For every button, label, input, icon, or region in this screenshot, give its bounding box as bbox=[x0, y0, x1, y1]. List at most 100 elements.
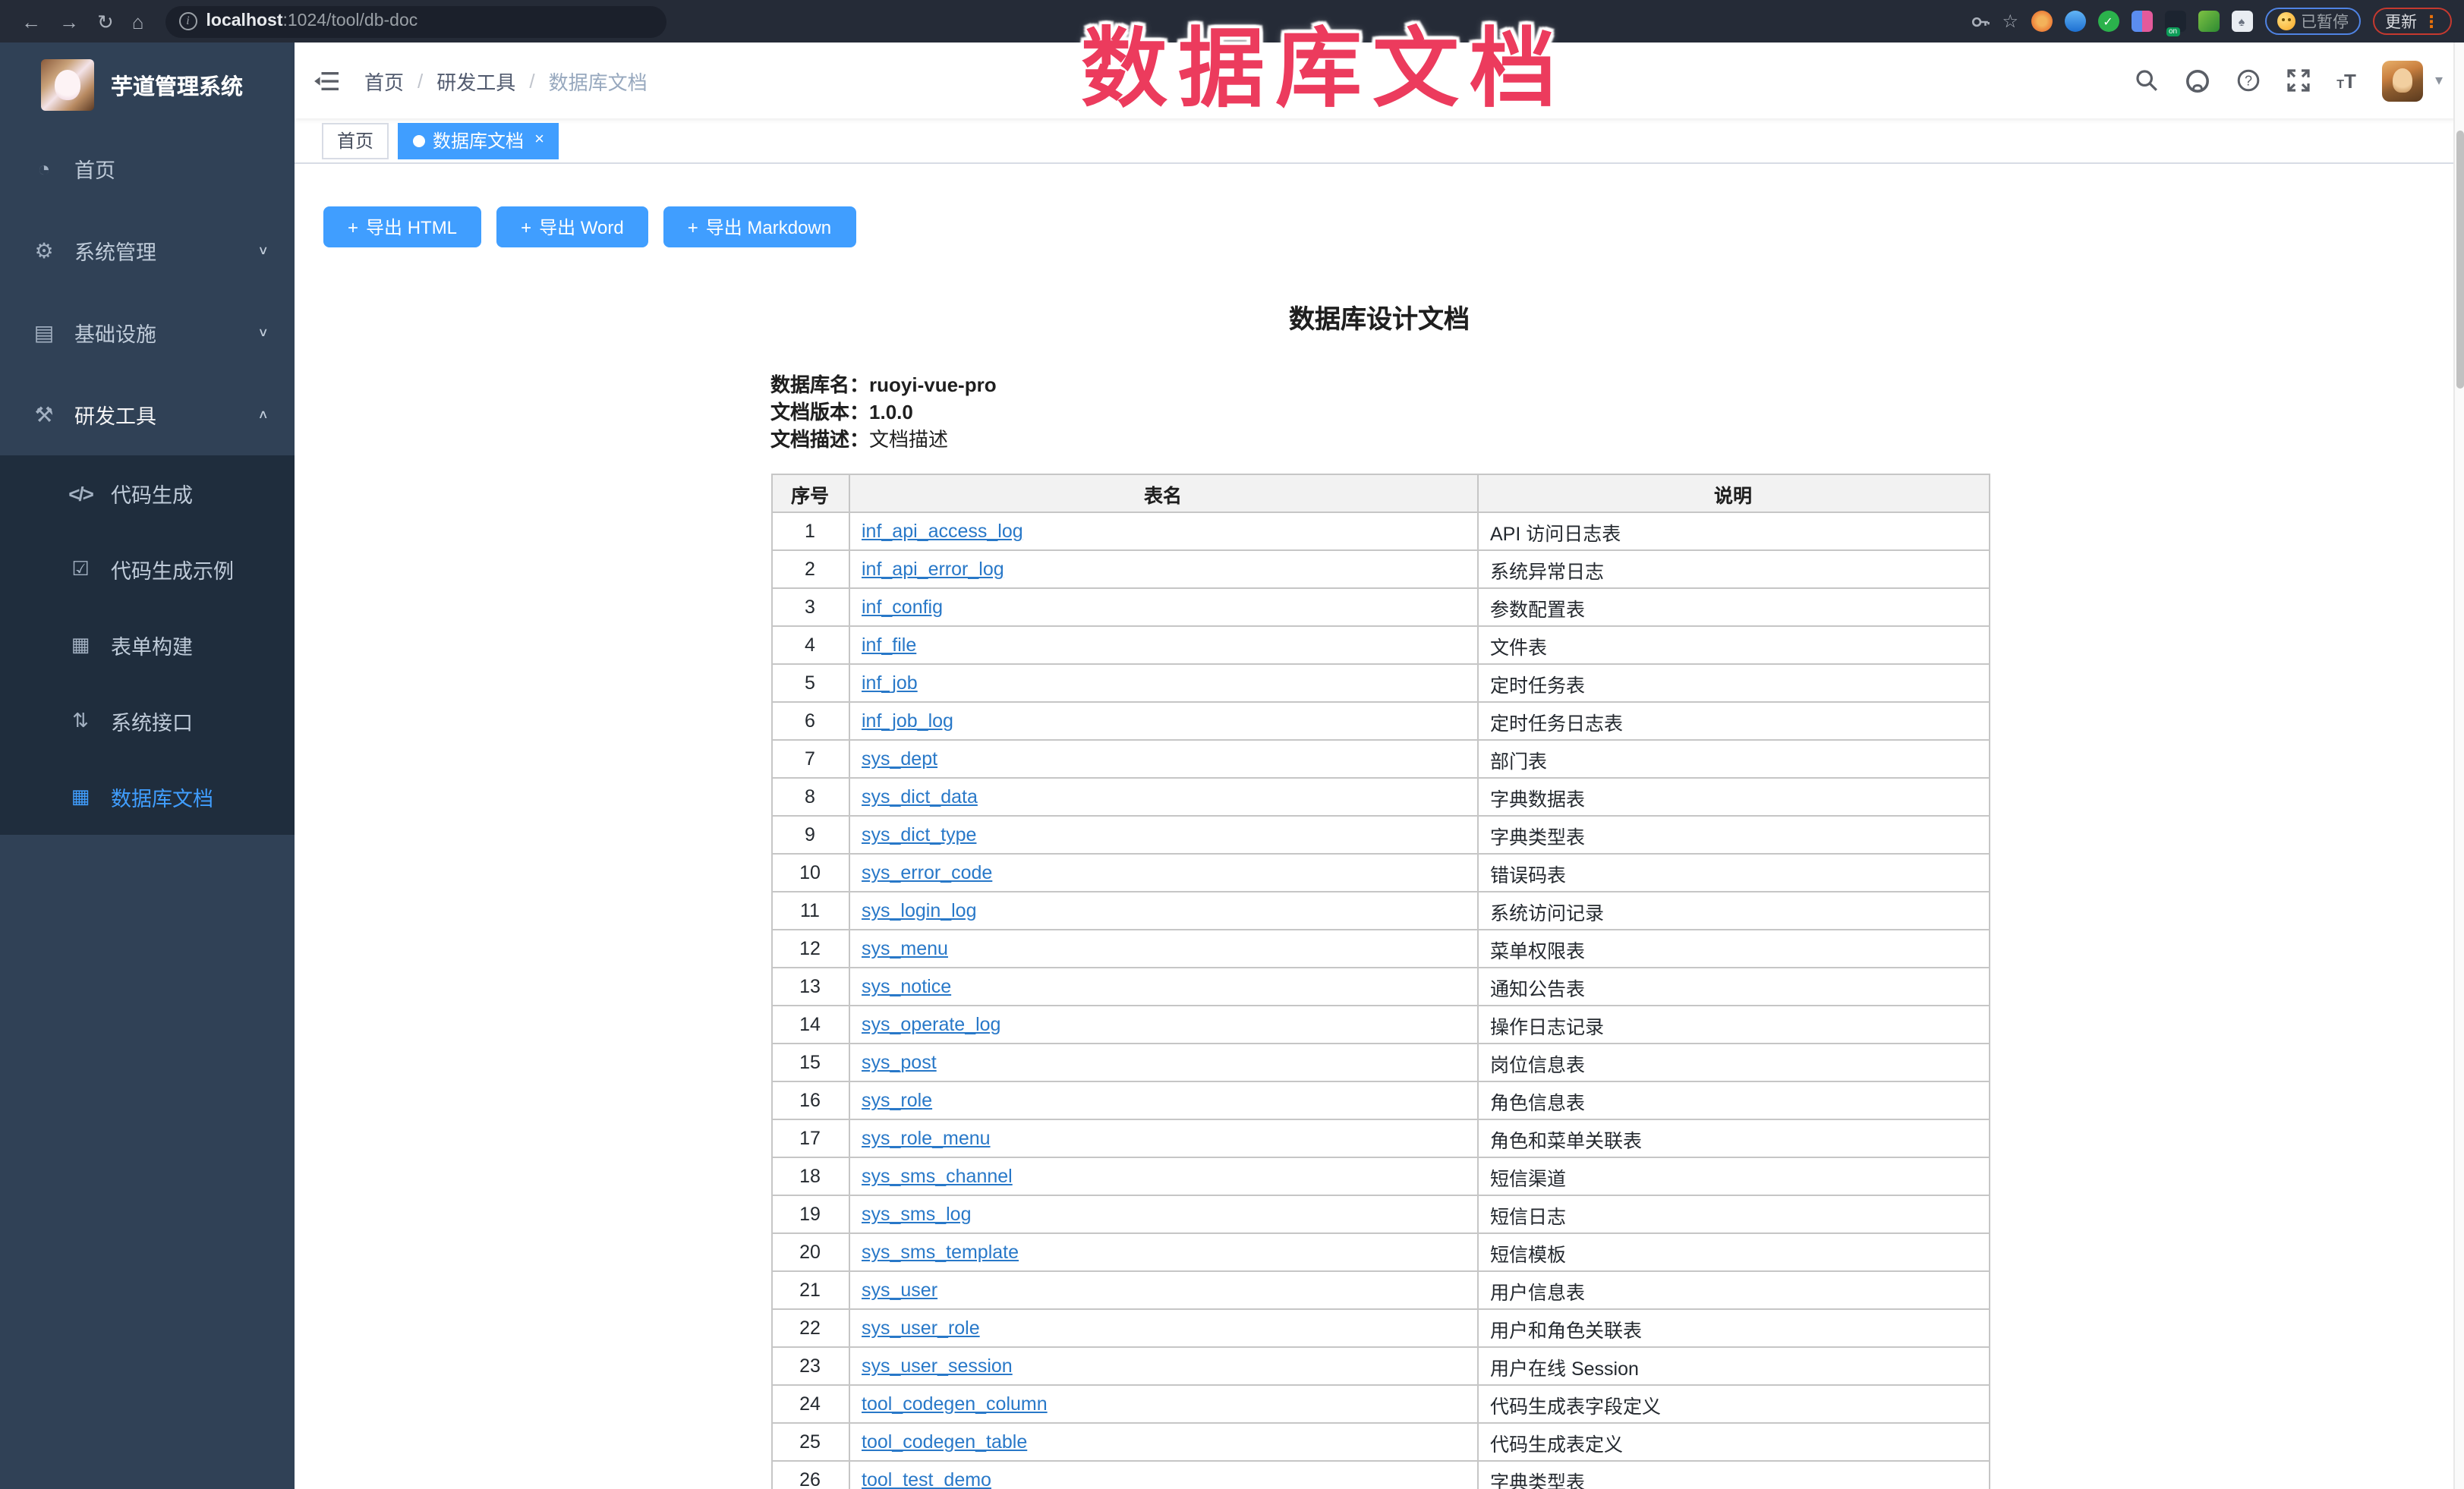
doc-info-value: 1.0.0 bbox=[869, 399, 913, 427]
table-name-link[interactable]: sys_login_log bbox=[862, 900, 977, 921]
extension-green-check-icon[interactable]: ✓ bbox=[2097, 11, 2119, 32]
table-name-link[interactable]: sys_error_code bbox=[862, 862, 992, 883]
table-name-link[interactable]: sys_role_menu bbox=[862, 1128, 991, 1149]
sidebar-item-代码生成[interactable]: </>代码生成 bbox=[0, 455, 295, 531]
table-name-link[interactable]: sys_sms_template bbox=[862, 1242, 1019, 1263]
table-desc-cell: 短信模板 bbox=[1477, 1233, 1989, 1271]
search-icon[interactable] bbox=[2135, 68, 2159, 93]
forward-icon[interactable]: → bbox=[59, 11, 79, 31]
table-desc-cell: 代码生成表定义 bbox=[1477, 1423, 1989, 1461]
breadcrumb-item[interactable]: 首页 bbox=[364, 66, 404, 95]
table-name-link[interactable]: sys_dept bbox=[862, 748, 937, 770]
font-size-icon[interactable]: TT bbox=[2336, 71, 2356, 90]
collapse-sidebar-icon[interactable] bbox=[314, 69, 340, 92]
extension-orange-icon[interactable] bbox=[2031, 11, 2052, 32]
table-row: 24tool_codegen_column代码生成表字段定义 bbox=[771, 1385, 1989, 1423]
extension-grid-icon[interactable] bbox=[2131, 11, 2152, 32]
close-icon[interactable]: × bbox=[534, 132, 544, 149]
page-scrollbar[interactable] bbox=[2453, 42, 2464, 1489]
table-name-link[interactable]: tool_codegen_table bbox=[862, 1431, 1027, 1453]
row-index: 8 bbox=[771, 778, 849, 816]
back-icon[interactable]: ← bbox=[21, 11, 41, 31]
table-name-link[interactable]: sys_notice bbox=[862, 976, 951, 997]
sidebar-item-研发工具[interactable]: ⚒研发工具∧ bbox=[0, 373, 295, 455]
table-name-link[interactable]: sys_user_session bbox=[862, 1355, 1013, 1377]
export-button-1[interactable]: +导出 Word bbox=[496, 206, 648, 247]
bookmark-star-icon[interactable]: ☆ bbox=[2002, 12, 2018, 30]
sidebar-item-系统接口[interactable]: ⇅系统接口 bbox=[0, 683, 295, 759]
home-icon[interactable]: ⌂ bbox=[132, 11, 144, 31]
table-name-link[interactable]: sys_sms_log bbox=[862, 1204, 972, 1225]
table-desc-cell: 参数配置表 bbox=[1477, 588, 1989, 626]
row-index: 5 bbox=[771, 664, 849, 702]
table-name-link[interactable]: inf_job_log bbox=[862, 710, 953, 732]
row-index: 25 bbox=[771, 1423, 849, 1461]
table-name-link[interactable]: sys_dict_type bbox=[862, 824, 976, 845]
sidebar-item-首页[interactable]: ◔首页 bbox=[0, 127, 295, 209]
tag-首页[interactable]: 首页 bbox=[322, 122, 389, 159]
table-header-row: 序号表名说明 bbox=[771, 474, 1989, 512]
avatar[interactable] bbox=[2382, 60, 2423, 101]
caret-down-icon[interactable]: ▾ bbox=[2435, 72, 2443, 89]
github-icon[interactable] bbox=[2185, 68, 2210, 93]
table-name-link[interactable]: tool_codegen_column bbox=[862, 1393, 1048, 1415]
extension-leaf-icon[interactable] bbox=[2198, 11, 2219, 32]
scrollbar-thumb[interactable] bbox=[2456, 131, 2464, 389]
address-bar[interactable]: i localhost:1024/tool/db-doc bbox=[165, 5, 666, 37]
paused-extension-pill[interactable]: 已暂停 bbox=[2264, 8, 2361, 35]
table-desc-cell: 角色信息表 bbox=[1477, 1081, 1989, 1119]
reload-icon[interactable]: ↻ bbox=[97, 11, 114, 31]
table-name-link[interactable]: sys_sms_channel bbox=[862, 1166, 1013, 1187]
chevron-up-icon: ∧ bbox=[257, 408, 269, 421]
table-name-link[interactable]: sys_dict_data bbox=[862, 786, 978, 807]
table-row: 25 tool_codegen_table 代码生成表定义 bbox=[771, 1423, 1989, 1461]
table-name-link[interactable]: inf_job bbox=[862, 672, 918, 694]
table-name-link[interactable]: inf_file bbox=[862, 634, 916, 656]
table-row: 20sys_sms_template短信模板 bbox=[771, 1233, 1989, 1271]
table-name-link[interactable]: sys_menu bbox=[862, 938, 948, 959]
sidebar-item-表单构建[interactable]: ▦表单构建 bbox=[0, 607, 295, 683]
table-name-cell: inf_job bbox=[849, 664, 1477, 702]
help-icon[interactable]: ? bbox=[2236, 68, 2261, 93]
svg-text:?: ? bbox=[2245, 73, 2252, 88]
fullscreen-icon[interactable] bbox=[2286, 68, 2311, 93]
table-desc-cell: 短信渠道 bbox=[1477, 1157, 1989, 1195]
breadcrumb-item[interactable]: 研发工具 bbox=[436, 66, 515, 95]
table-row: 7sys_dept部门表 bbox=[771, 740, 1989, 778]
sidebar-item-代码生成示例[interactable]: ☑代码生成示例 bbox=[0, 531, 295, 607]
main-area: 首页/研发工具/数据库文档 ? TT ▾ bbox=[295, 42, 2464, 1489]
sidebar-item-基础设施[interactable]: ▤基础设施∨ bbox=[0, 291, 295, 373]
row-index: 19 bbox=[771, 1195, 849, 1233]
table-name-link[interactable]: inf_config bbox=[862, 597, 943, 618]
key-icon[interactable] bbox=[1970, 11, 1990, 31]
export-button-2[interactable]: +导出 Markdown bbox=[663, 206, 855, 247]
table-name-link[interactable]: sys_user bbox=[862, 1280, 937, 1301]
table-row: 10sys_error_code错误码表 bbox=[771, 854, 1989, 892]
table-desc-cell: 角色和菜单关联表 bbox=[1477, 1119, 1989, 1157]
table-name-link[interactable]: inf_api_error_log bbox=[862, 559, 1004, 580]
table-name-cell: sys_menu bbox=[849, 930, 1477, 968]
tag-数据库文档[interactable]: 数据库文档× bbox=[398, 122, 559, 159]
export-button-0[interactable]: +导出 HTML bbox=[323, 206, 481, 247]
doc-info-value: ruoyi-vue-pro bbox=[869, 372, 997, 399]
table-name-link[interactable]: tool_test_demo bbox=[862, 1469, 991, 1489]
sidebar-item-系统管理[interactable]: ⚙系统管理∨ bbox=[0, 209, 295, 291]
table-name-link[interactable]: sys_user_role bbox=[862, 1317, 980, 1339]
sidebar-item-数据库文档[interactable]: ▦数据库文档 bbox=[0, 759, 295, 835]
sidebar-logo-row[interactable]: 芋道管理系统 bbox=[0, 42, 295, 127]
extension-on-icon[interactable] bbox=[2164, 11, 2185, 32]
sidebar-item-label: 首页 bbox=[74, 153, 115, 184]
breadcrumb-separator: / bbox=[529, 69, 534, 92]
kebab-menu-icon[interactable]: ⋮ bbox=[2423, 11, 2440, 31]
table-desc-cell: 岗位信息表 bbox=[1477, 1044, 1989, 1081]
extension-puzzle-icon[interactable]: ♠ bbox=[2231, 11, 2252, 32]
table-name-link[interactable]: sys_operate_log bbox=[862, 1014, 1000, 1035]
table-name-link[interactable]: sys_post bbox=[862, 1052, 937, 1073]
table-name-link[interactable]: sys_role bbox=[862, 1090, 932, 1111]
table-row: 15sys_post岗位信息表 bbox=[771, 1044, 1989, 1081]
table-name-link[interactable]: inf_api_access_log bbox=[862, 521, 1023, 542]
browser-update-button[interactable]: 更新 ⋮ bbox=[2373, 8, 2452, 35]
extension-blue-icon[interactable] bbox=[2064, 11, 2085, 32]
site-info-icon[interactable]: i bbox=[179, 12, 197, 30]
plus-icon: + bbox=[348, 216, 358, 238]
